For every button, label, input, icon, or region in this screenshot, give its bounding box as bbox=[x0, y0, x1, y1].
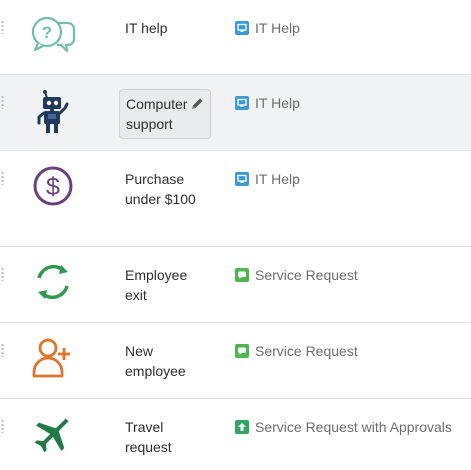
request-type-name[interactable]: IT help bbox=[125, 18, 207, 38]
svg-text:?: ? bbox=[42, 23, 52, 42]
request-type-category[interactable]: IT Help bbox=[235, 93, 300, 113]
drag-handle-icon[interactable] bbox=[1, 171, 4, 185]
monitor-icon bbox=[235, 96, 249, 110]
request-type-category[interactable]: Service Request bbox=[235, 341, 358, 361]
request-type-category[interactable]: IT Help bbox=[235, 169, 300, 189]
chat-bubble-icon bbox=[235, 268, 249, 282]
request-type-list: ? IT help IT Help Computer support IT He… bbox=[0, 0, 471, 470]
list-item[interactable]: Employee exit Service Request bbox=[0, 247, 471, 323]
category-label: Service Request bbox=[255, 343, 358, 359]
robot-icon bbox=[30, 89, 76, 135]
list-item[interactable]: ? IT help IT Help bbox=[0, 0, 471, 75]
dollar-circle-icon: $ bbox=[30, 163, 76, 209]
request-type-name[interactable]: Purchase under $100 bbox=[125, 169, 207, 209]
request-type-name[interactable]: Computer support bbox=[126, 96, 187, 132]
chat-bubble-icon bbox=[235, 344, 249, 358]
monitor-icon bbox=[235, 172, 249, 186]
request-type-name-editor[interactable]: Computer support bbox=[119, 89, 211, 139]
category-label: Service Request with Approvals bbox=[255, 419, 452, 435]
drag-handle-icon[interactable] bbox=[1, 20, 4, 34]
monitor-icon bbox=[235, 21, 249, 35]
list-item[interactable]: New employee Service Request bbox=[0, 323, 471, 399]
drag-handle-icon[interactable] bbox=[1, 267, 4, 281]
category-label: IT Help bbox=[255, 95, 300, 111]
request-type-name[interactable]: Employee exit bbox=[125, 265, 207, 305]
drag-handle-icon[interactable] bbox=[1, 343, 4, 357]
category-label: IT Help bbox=[255, 171, 300, 187]
sync-arrows-icon bbox=[30, 259, 76, 305]
list-item-selected[interactable]: Computer support IT Help bbox=[0, 75, 471, 151]
list-item[interactable]: $ Purchase under $100 IT Help bbox=[0, 151, 471, 247]
request-type-category[interactable]: Service Request bbox=[235, 265, 358, 285]
request-type-category[interactable]: IT Help bbox=[235, 18, 300, 38]
drag-handle-icon[interactable] bbox=[1, 419, 4, 433]
request-type-name[interactable]: New employee bbox=[125, 341, 207, 381]
request-type-name[interactable]: Travel request bbox=[125, 417, 207, 457]
request-type-category[interactable]: Service Request with Approvals bbox=[235, 417, 452, 437]
category-label: IT Help bbox=[255, 20, 300, 36]
chat-question-icon: ? bbox=[30, 12, 76, 58]
drag-handle-icon[interactable] bbox=[1, 95, 4, 109]
category-label: Service Request bbox=[255, 267, 358, 283]
pencil-icon[interactable] bbox=[190, 96, 204, 110]
svg-text:$: $ bbox=[46, 173, 60, 201]
add-user-icon bbox=[30, 335, 76, 381]
airplane-icon bbox=[30, 411, 76, 457]
arrow-up-icon bbox=[235, 420, 249, 434]
list-item[interactable]: Travel request Service Request with Appr… bbox=[0, 399, 471, 470]
